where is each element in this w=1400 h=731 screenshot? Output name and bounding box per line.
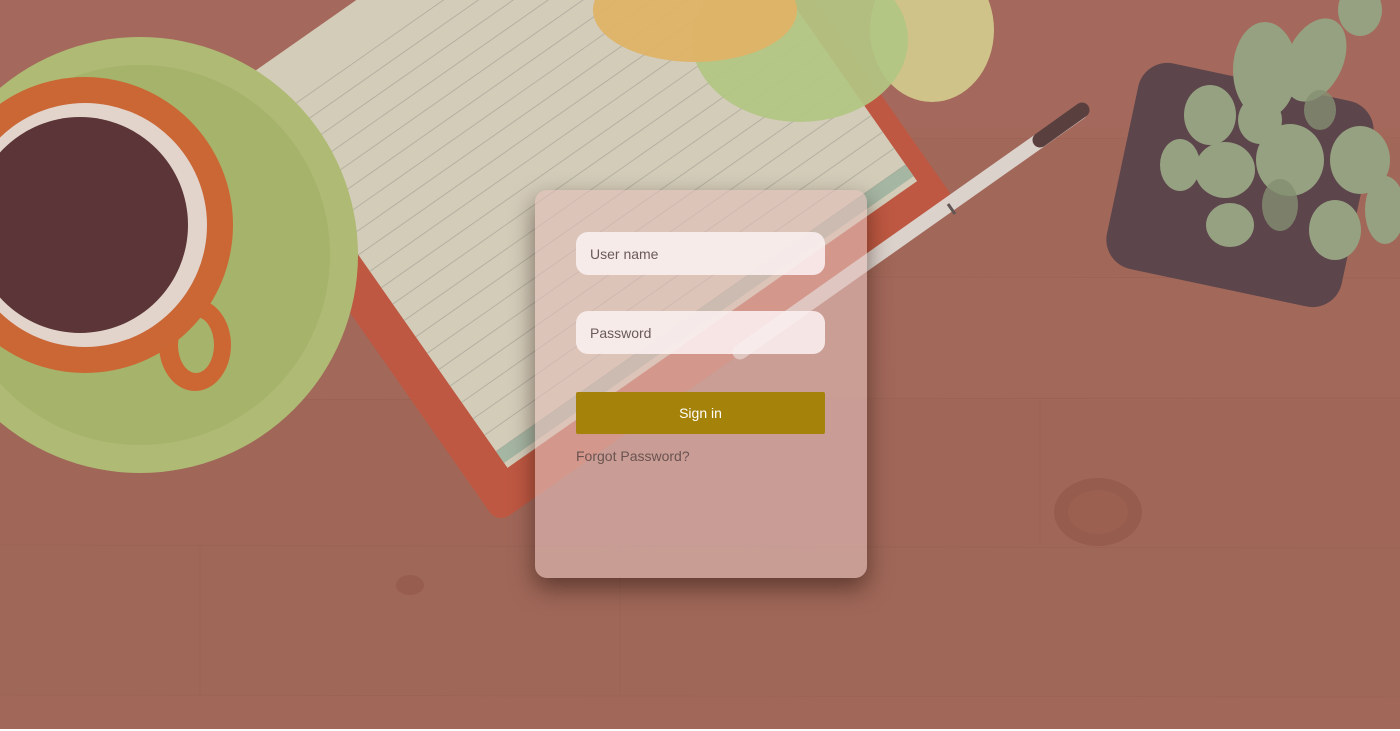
- sign-in-button[interactable]: Sign in: [576, 392, 825, 434]
- username-input[interactable]: [576, 232, 825, 275]
- forgot-password-link[interactable]: Forgot Password?: [576, 448, 690, 464]
- background-desk-photo: Sign in Forgot Password?: [0, 0, 1400, 729]
- login-card: Sign in Forgot Password?: [535, 190, 867, 578]
- password-input[interactable]: [576, 311, 825, 354]
